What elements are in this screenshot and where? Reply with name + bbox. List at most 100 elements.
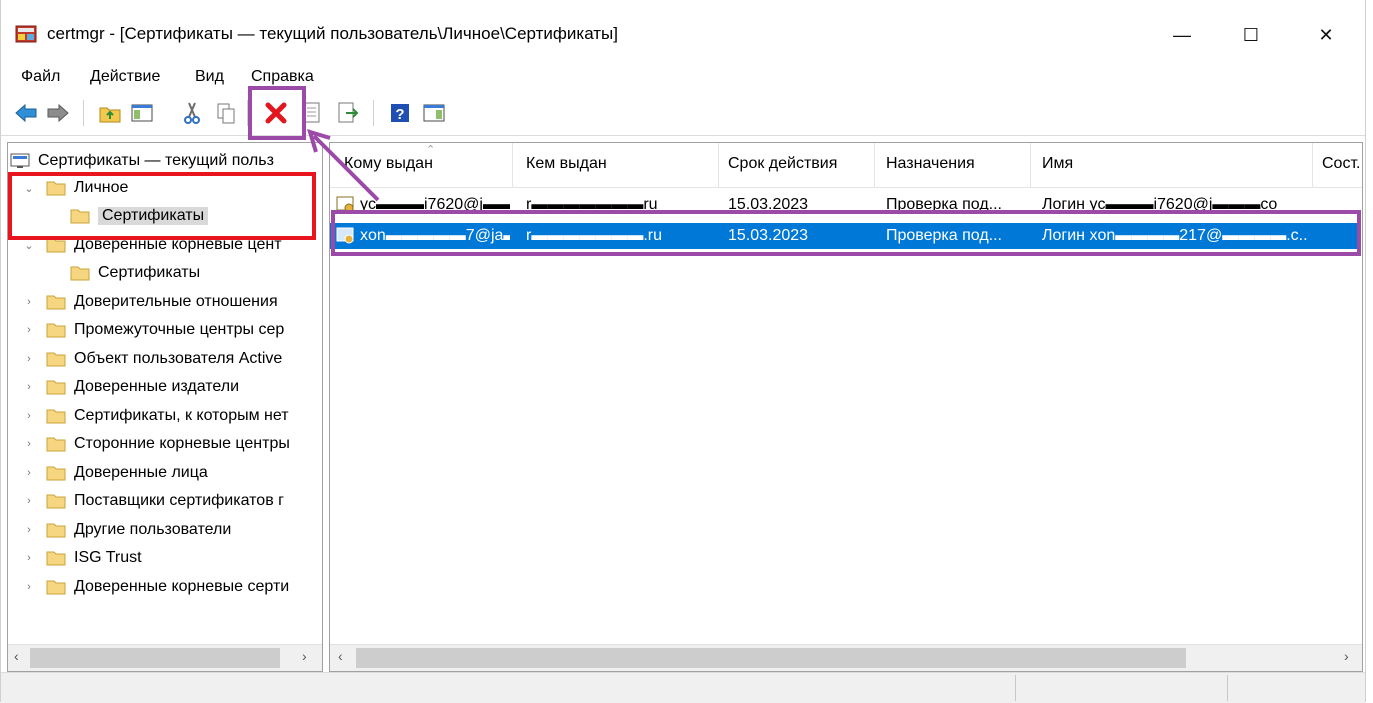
- tree-item-active-directory-user[interactable]: › Объект пользователя Active: [22, 345, 282, 373]
- tree-item-label: Доверенные издатели: [74, 378, 240, 395]
- column-issued-by[interactable]: Кем выдан: [526, 155, 607, 173]
- list-horizontal-scrollbar[interactable]: ‹ ›: [330, 644, 1362, 671]
- scrollbar-thumb[interactable]: [30, 648, 280, 668]
- folder-icon: [46, 295, 66, 310]
- tree-item-isg-trust[interactable]: › ISG Trust: [22, 544, 142, 572]
- delete-icon[interactable]: [263, 100, 289, 126]
- tree-item-label: Доверенные лица: [74, 464, 208, 481]
- tree-item-label: Доверенные корневые серти: [74, 578, 290, 595]
- tree-item-label: ISG Trust: [74, 549, 142, 566]
- tree-item-certificate-providers[interactable]: › Поставщики сертификатов г: [22, 487, 284, 515]
- folder-icon: [46, 323, 66, 338]
- tree-item-label: Промежуточные центры сер: [74, 321, 285, 338]
- chevron-right-icon[interactable]: ›: [22, 524, 36, 536]
- menu-help[interactable]: Справка: [251, 68, 314, 86]
- tree-root[interactable]: Сертификаты — текущий польз: [10, 147, 274, 175]
- cell-friendly-name: Логин yc▬▬▬i7620@j▬▬▬co: [1042, 196, 1278, 213]
- scrollbar-thumb[interactable]: [356, 648, 1186, 668]
- cell-purposes: Проверка под...: [886, 196, 1002, 213]
- chevron-right-icon[interactable]: ›: [22, 410, 36, 422]
- column-divider[interactable]: [512, 143, 513, 187]
- column-expiration[interactable]: Срок действия: [728, 155, 837, 173]
- back-arrow-icon[interactable]: [13, 100, 39, 126]
- folder-icon: [70, 266, 90, 281]
- cut-icon[interactable]: [179, 100, 205, 126]
- folder-icon: [46, 238, 66, 253]
- folder-icon: [46, 551, 66, 566]
- tree-item-other-people[interactable]: › Другие пользователи: [22, 516, 231, 544]
- scroll-left-button[interactable]: ‹: [338, 648, 343, 664]
- scroll-right-button[interactable]: ›: [1344, 648, 1349, 664]
- minimize-button[interactable]: —: [1159, 16, 1205, 54]
- chevron-right-icon[interactable]: ›: [22, 381, 36, 393]
- folder-icon: [46, 580, 66, 595]
- certificate-icon: [336, 196, 354, 213]
- chevron-right-icon[interactable]: ›: [22, 353, 36, 365]
- toolbar: ?: [1, 94, 1365, 136]
- forward-arrow-icon[interactable]: [45, 100, 71, 126]
- column-friendly-name[interactable]: Имя: [1042, 155, 1073, 173]
- chevron-right-icon[interactable]: ›: [22, 438, 36, 450]
- column-divider[interactable]: [1030, 143, 1031, 187]
- chevron-right-icon[interactable]: ›: [22, 467, 36, 479]
- show-hide-console-tree-icon[interactable]: [129, 100, 155, 126]
- tree-item-label: Сертификаты, к которым нет: [74, 407, 289, 424]
- tree-item-label: Сертификаты: [98, 264, 201, 281]
- maximize-button[interactable]: ☐: [1228, 16, 1274, 54]
- copy-icon[interactable]: [213, 100, 239, 126]
- tree-item-personal[interactable]: ⌄ Личное: [22, 174, 128, 202]
- show-hide-action-pane-icon[interactable]: [421, 100, 447, 126]
- tree-item-trusted-root-certificates[interactable]: Сертификаты: [70, 259, 200, 287]
- cell-issued-by: r▬▬▬▬▬▬▬.ru: [526, 227, 662, 244]
- cell-issued-to: yc▬▬▬i7620@j▬▬: [360, 196, 510, 213]
- table-row-selected[interactable]: xon▬▬▬▬▬7@ja▬ r▬▬▬▬▬▬▬.ru 15.03.2023 Про…: [330, 223, 1360, 249]
- up-folder-icon[interactable]: [97, 100, 123, 126]
- status-bar: [1, 672, 1365, 703]
- column-purposes[interactable]: Назначения: [886, 155, 975, 173]
- tree-item-label-selected: Сертификаты: [98, 207, 209, 225]
- tree-item-trusted-people[interactable]: › Доверенные лица: [22, 459, 208, 487]
- tree-item-third-party-root[interactable]: › Сторонние корневые центры: [22, 430, 290, 458]
- cell-issued-to: xon▬▬▬▬▬7@ja▬: [360, 227, 510, 244]
- properties-icon[interactable]: [299, 100, 325, 126]
- chevron-down-icon[interactable]: ⌄: [22, 239, 36, 252]
- column-issued-to[interactable]: Кому выдан: [344, 155, 433, 173]
- tree-horizontal-scrollbar[interactable]: ‹ ›: [8, 644, 322, 671]
- tree-item-intermediate-ca[interactable]: › Промежуточные центры сер: [22, 316, 284, 344]
- tree-item-trusted-publishers[interactable]: › Доверенные издатели: [22, 373, 239, 401]
- tree-item-trusted-root-smartcard[interactable]: › Доверенные корневые серти: [22, 573, 289, 601]
- menu-file[interactable]: Файл: [21, 68, 60, 86]
- tree-item-trusted-root[interactable]: ⌄ Доверенные корневые цент: [22, 231, 281, 259]
- close-button[interactable]: ✕: [1303, 16, 1349, 54]
- console-tree-pane[interactable]: Сертификаты — текущий польз ⌄ Личное Сер…: [7, 142, 323, 672]
- menu-view[interactable]: Вид: [195, 68, 224, 86]
- scroll-left-button[interactable]: ‹: [14, 648, 19, 664]
- column-divider[interactable]: [1312, 143, 1313, 187]
- column-divider[interactable]: [718, 143, 719, 187]
- chevron-down-icon[interactable]: ⌄: [22, 182, 36, 195]
- export-list-icon[interactable]: [335, 100, 361, 126]
- chevron-right-icon[interactable]: ›: [22, 296, 36, 308]
- column-divider[interactable]: [874, 143, 875, 187]
- column-status[interactable]: Сост.: [1322, 155, 1360, 173]
- list-header: ⌃ Кому выдан Кем выдан Срок действия Наз…: [330, 143, 1362, 188]
- tree-item-label: Личное: [74, 179, 129, 196]
- tree-item-untrusted[interactable]: › Сертификаты, к которым нет: [22, 402, 289, 430]
- tree-item-label: Сторонние корневые центры: [74, 435, 290, 452]
- chevron-right-icon[interactable]: ›: [22, 581, 36, 593]
- chevron-right-icon[interactable]: ›: [22, 495, 36, 507]
- tree-item-personal-certificates[interactable]: Сертификаты: [70, 202, 209, 230]
- menu-action[interactable]: Действие: [90, 68, 160, 86]
- folder-icon: [46, 409, 66, 424]
- help-icon[interactable]: ?: [387, 100, 413, 126]
- cell-issued-by: r▬▬▬▬▬▬▬ru: [526, 196, 658, 213]
- folder-icon: [46, 437, 66, 452]
- scroll-right-button[interactable]: ›: [302, 648, 307, 664]
- tree-item-enterprise-trust[interactable]: › Доверительные отношения: [22, 288, 277, 316]
- table-row[interactable]: yc▬▬▬i7620@j▬▬ r▬▬▬▬▬▬▬ru 15.03.2023 Про…: [330, 192, 1360, 218]
- folder-icon: [46, 466, 66, 481]
- chevron-right-icon[interactable]: ›: [22, 324, 36, 336]
- status-divider: [1227, 675, 1228, 701]
- chevron-right-icon[interactable]: ›: [22, 552, 36, 564]
- certificate-list-pane[interactable]: ⌃ Кому выдан Кем выдан Срок действия Наз…: [329, 142, 1363, 672]
